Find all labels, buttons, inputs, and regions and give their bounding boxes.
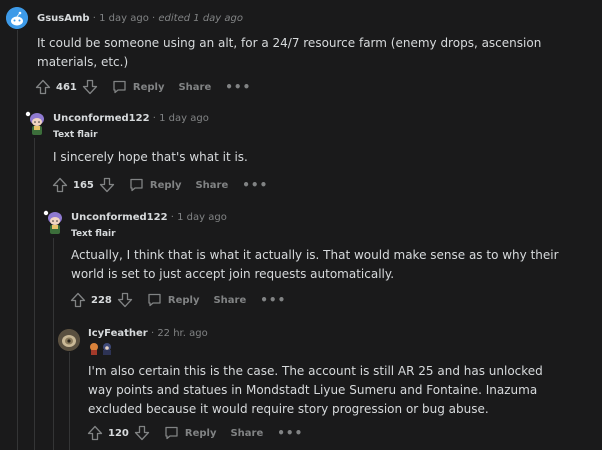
avatar[interactable] <box>42 210 66 236</box>
character-avatar-icon <box>43 210 62 234</box>
more-options-icon[interactable]: ••• <box>225 80 251 94</box>
avatar[interactable] <box>24 111 48 137</box>
reply-button[interactable]: Reply <box>147 293 200 307</box>
username[interactable]: IcyFeather <box>88 328 148 339</box>
comment: IcyFeather · 22 hr. ago I'm also certain… <box>0 320 602 450</box>
comment-body: It could be someone using an alt, for a … <box>37 36 542 69</box>
share-button[interactable]: Share <box>178 82 211 93</box>
comment-body: I'm also certain this is the case. The a… <box>88 364 543 416</box>
timestamp[interactable]: 1 day ago <box>177 212 227 223</box>
user-flair-emojis <box>88 342 113 356</box>
comment-actions: 228 Reply Share ••• <box>70 290 286 310</box>
reply-button[interactable]: Reply <box>129 178 182 192</box>
username[interactable]: Unconformed122 <box>71 212 168 223</box>
timestamp[interactable]: 1 day ago <box>159 113 209 124</box>
downvote-icon[interactable] <box>134 425 150 441</box>
comment-actions: 165 Reply Share ••• <box>52 175 268 195</box>
comment-bubble-icon <box>130 178 143 192</box>
comment-bubble-icon <box>148 293 161 307</box>
comment-meta: Unconformed122 · 1 day ago <box>53 113 209 124</box>
comment-body: Actually, I think that is what it actual… <box>71 248 559 281</box>
upvote-icon[interactable] <box>87 425 103 441</box>
reply-button[interactable]: Reply <box>112 80 165 94</box>
user-flair: Text flair <box>53 130 98 140</box>
upvote-icon[interactable] <box>70 292 86 308</box>
separator-dot: · <box>92 13 96 24</box>
share-button[interactable]: Share <box>213 295 246 306</box>
share-button[interactable]: Share <box>230 428 263 439</box>
comment: Unconformed122 · 1 day ago Text flair I … <box>0 100 602 200</box>
vote-score: 165 <box>73 179 94 191</box>
separator-dot: · <box>152 113 156 124</box>
timestamp[interactable]: 1 day ago <box>99 13 149 24</box>
user-flair: Text flair <box>71 229 116 239</box>
more-options-icon[interactable]: ••• <box>277 426 303 440</box>
comment-actions: 461 Reply Share ••• <box>35 77 251 97</box>
avatar[interactable] <box>58 329 80 351</box>
downvote-icon[interactable] <box>117 292 133 308</box>
character-avatar-icon <box>58 329 80 351</box>
snoo-avatar-icon <box>6 7 28 29</box>
vote-score: 228 <box>91 294 112 306</box>
timestamp[interactable]: 22 hr. ago <box>157 328 207 339</box>
more-options-icon[interactable]: ••• <box>242 178 268 192</box>
vote-score: 461 <box>56 81 77 93</box>
comment-bubble-icon <box>113 80 126 94</box>
comment-bubble-icon <box>165 426 178 440</box>
comment-meta: GsusAmb · 1 day ago · edited 1 day ago <box>37 13 243 24</box>
separator-dot: · <box>150 328 155 339</box>
comment-body: I sincerely hope that's what it is. <box>53 150 248 164</box>
downvote-icon[interactable] <box>99 177 115 193</box>
vote-score: 120 <box>108 427 129 439</box>
separator-dot: · <box>170 212 174 223</box>
comment-actions: 120 Reply Share ••• <box>87 423 303 443</box>
reply-label: Reply <box>167 294 200 306</box>
share-button[interactable]: Share <box>195 180 228 191</box>
edited-timestamp: edited 1 day ago <box>158 13 243 24</box>
character-avatar-icon <box>25 111 44 135</box>
character-emoji-icon <box>103 343 111 355</box>
downvote-icon[interactable] <box>82 79 98 95</box>
reply-button[interactable]: Reply <box>164 426 217 440</box>
character-emoji-icon <box>90 343 98 355</box>
more-options-icon[interactable]: ••• <box>260 293 286 307</box>
comment: GsusAmb · 1 day ago · edited 1 day ago I… <box>0 0 602 100</box>
reply-label: Reply <box>149 179 182 191</box>
upvote-icon[interactable] <box>52 177 68 193</box>
comment-meta: IcyFeather · 22 hr. ago <box>88 328 208 339</box>
upvote-icon[interactable] <box>35 79 51 95</box>
separator-dot: · <box>152 13 156 24</box>
reply-label: Reply <box>184 427 217 439</box>
comment: Unconformed122 · 1 day ago Text flair Ac… <box>0 200 602 320</box>
reply-label: Reply <box>132 81 165 93</box>
comment-meta: Unconformed122 · 1 day ago <box>71 212 227 223</box>
username[interactable]: GsusAmb <box>37 13 90 24</box>
avatar[interactable] <box>6 7 28 29</box>
username[interactable]: Unconformed122 <box>53 113 150 124</box>
